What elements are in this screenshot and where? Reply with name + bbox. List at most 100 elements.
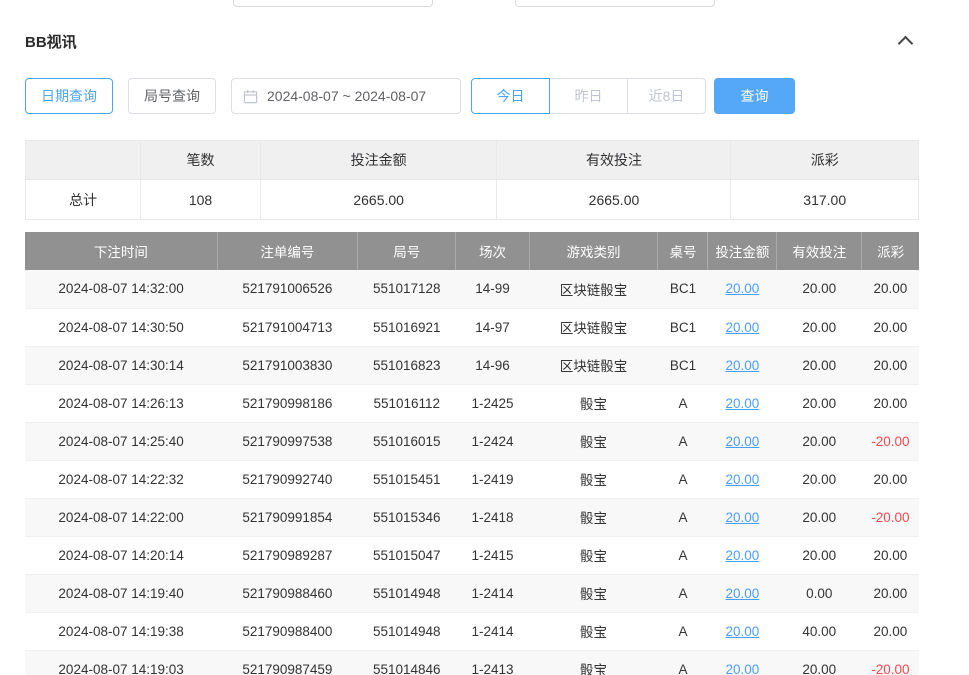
col-header-game-type: 游戏类别 bbox=[529, 232, 658, 270]
collapse-chevron-icon[interactable] bbox=[898, 36, 914, 52]
bet-time-cell: 2024-08-07 14:22:32 bbox=[25, 460, 217, 498]
session-cell: 1-2414 bbox=[456, 574, 529, 612]
bet-amount-cell: 20.00 bbox=[708, 574, 777, 612]
bet-time-cell: 2024-08-07 14:25:40 bbox=[25, 422, 217, 460]
table-row: 2024-08-07 14:30:50521791004713551016921… bbox=[25, 308, 919, 346]
table-row: 2024-08-07 14:25:40521790997538551016015… bbox=[25, 422, 919, 460]
table-no-cell: BC1 bbox=[658, 346, 708, 384]
date-query-button[interactable]: 日期查询 bbox=[25, 78, 113, 114]
bet-id-cell: 521790988400 bbox=[217, 612, 357, 650]
valid-bet-cell: 0.00 bbox=[777, 574, 862, 612]
col-header-bet-id: 注单编号 bbox=[217, 232, 357, 270]
game-type-cell: 区块链骰宝 bbox=[529, 270, 658, 308]
bet-amount-link[interactable]: 20.00 bbox=[726, 472, 760, 487]
game-type-cell: 骰宝 bbox=[529, 536, 658, 574]
table-no-cell: A bbox=[658, 612, 708, 650]
bet-amount-link[interactable]: 20.00 bbox=[726, 396, 760, 411]
valid-bet-cell: 20.00 bbox=[777, 308, 862, 346]
valid-bet-cell: 20.00 bbox=[777, 460, 862, 498]
table-no-cell: A bbox=[658, 498, 708, 536]
round-query-button[interactable]: 局号查询 bbox=[128, 78, 216, 114]
bet-amount-link[interactable]: 20.00 bbox=[726, 662, 760, 675]
round-no-cell: 551017128 bbox=[358, 270, 456, 308]
payout-cell: 20.00 bbox=[862, 612, 919, 650]
bet-id-cell: 521791003830 bbox=[217, 346, 357, 384]
summary-total-label: 总计 bbox=[26, 180, 141, 220]
bet-amount-cell: 20.00 bbox=[708, 308, 777, 346]
bet-amount-link[interactable]: 20.00 bbox=[726, 358, 760, 373]
game-type-cell: 骰宝 bbox=[529, 650, 658, 675]
payout-cell: 20.00 bbox=[862, 346, 919, 384]
table-row: 2024-08-07 14:32:00521791006526551017128… bbox=[25, 270, 919, 308]
table-no-cell: BC1 bbox=[658, 270, 708, 308]
bet-amount-link[interactable]: 20.00 bbox=[726, 624, 760, 639]
table-row: 2024-08-07 14:20:14521790989287551015047… bbox=[25, 536, 919, 574]
bet-amount-link[interactable]: 20.00 bbox=[726, 320, 760, 335]
summary-table: 笔数 投注金额 有效投注 派彩 总计 108 2665.00 2665.00 3… bbox=[25, 140, 919, 220]
table-row: 2024-08-07 14:22:32521790992740551015451… bbox=[25, 460, 919, 498]
col-header-session: 场次 bbox=[456, 232, 529, 270]
game-type-cell: 骰宝 bbox=[529, 460, 658, 498]
bet-id-cell: 521791006526 bbox=[217, 270, 357, 308]
bet-id-cell: 521790991854 bbox=[217, 498, 357, 536]
table-no-cell: A bbox=[658, 536, 708, 574]
bet-amount-cell: 20.00 bbox=[708, 270, 777, 308]
valid-bet-cell: 20.00 bbox=[777, 536, 862, 574]
search-button[interactable]: 查询 bbox=[714, 78, 795, 114]
valid-bet-cell: 20.00 bbox=[777, 346, 862, 384]
bet-amount-link[interactable]: 20.00 bbox=[726, 510, 760, 525]
bet-id-cell: 521790989287 bbox=[217, 536, 357, 574]
bet-amount-cell: 20.00 bbox=[708, 536, 777, 574]
payout-cell: 20.00 bbox=[862, 308, 919, 346]
valid-bet-cell: 20.00 bbox=[777, 270, 862, 308]
col-header-payout: 派彩 bbox=[862, 232, 919, 270]
bet-time-cell: 2024-08-07 14:30:50 bbox=[25, 308, 217, 346]
valid-bet-cell: 40.00 bbox=[777, 612, 862, 650]
session-cell: 1-2415 bbox=[456, 536, 529, 574]
game-type-cell: 骰宝 bbox=[529, 612, 658, 650]
game-type-cell: 骰宝 bbox=[529, 384, 658, 422]
bet-id-cell: 521790987459 bbox=[217, 650, 357, 675]
game-type-cell: 骰宝 bbox=[529, 422, 658, 460]
payout-cell: 20.00 bbox=[862, 384, 919, 422]
round-no-cell: 551016112 bbox=[358, 384, 456, 422]
summary-payout-value: 317.00 bbox=[731, 180, 919, 220]
payout-cell: 20.00 bbox=[862, 270, 919, 308]
session-cell: 14-97 bbox=[456, 308, 529, 346]
bet-time-cell: 2024-08-07 14:22:00 bbox=[25, 498, 217, 536]
date-range-input[interactable]: 2024-08-07 ~ 2024-08-07 bbox=[231, 78, 461, 114]
col-header-bet-amount: 投注金额 bbox=[708, 232, 777, 270]
quick-range-group: 今日 昨日 近8日 bbox=[471, 78, 706, 114]
quick-yesterday-button[interactable]: 昨日 bbox=[549, 78, 628, 114]
bet-table-body: 2024-08-07 14:32:00521791006526551017128… bbox=[25, 270, 919, 675]
bet-amount-cell: 20.00 bbox=[708, 460, 777, 498]
table-row: 2024-08-07 14:19:03521790987459551014846… bbox=[25, 650, 919, 675]
bet-amount-cell: 20.00 bbox=[708, 422, 777, 460]
bet-amount-link[interactable]: 20.00 bbox=[726, 586, 760, 601]
payout-cell: -20.00 bbox=[862, 650, 919, 675]
quick-last8days-button[interactable]: 近8日 bbox=[627, 78, 706, 114]
session-cell: 1-2424 bbox=[456, 422, 529, 460]
table-header-row: 下注时间 注单编号 局号 场次 游戏类别 桌号 投注金额 有效投注 派彩 bbox=[25, 232, 919, 270]
col-header-round-no: 局号 bbox=[358, 232, 456, 270]
summary-bet-amount-value: 2665.00 bbox=[260, 180, 497, 220]
session-cell: 1-2414 bbox=[456, 612, 529, 650]
payout-cell: 20.00 bbox=[862, 574, 919, 612]
table-row: 2024-08-07 14:30:14521791003830551016823… bbox=[25, 346, 919, 384]
calendar-icon bbox=[243, 89, 258, 104]
bet-time-cell: 2024-08-07 14:20:14 bbox=[25, 536, 217, 574]
summary-header-valid-bet: 有效投注 bbox=[497, 141, 731, 180]
bet-amount-link[interactable]: 20.00 bbox=[726, 281, 760, 296]
round-no-cell: 551014846 bbox=[358, 650, 456, 675]
bet-amount-link[interactable]: 20.00 bbox=[726, 548, 760, 563]
table-no-cell: A bbox=[658, 384, 708, 422]
bet-amount-link[interactable]: 20.00 bbox=[726, 434, 760, 449]
section-header: BB视讯 bbox=[25, 30, 919, 52]
session-cell: 1-2418 bbox=[456, 498, 529, 536]
session-cell: 1-2419 bbox=[456, 460, 529, 498]
quick-today-button[interactable]: 今日 bbox=[471, 78, 550, 114]
section-title: BB视讯 bbox=[25, 31, 77, 52]
round-no-cell: 551014948 bbox=[358, 612, 456, 650]
bb-video-section: BB视讯 日期查询 局号查询 2024-08-07 ~ 2024-08-07 bbox=[25, 0, 919, 675]
bet-id-cell: 521790988460 bbox=[217, 574, 357, 612]
